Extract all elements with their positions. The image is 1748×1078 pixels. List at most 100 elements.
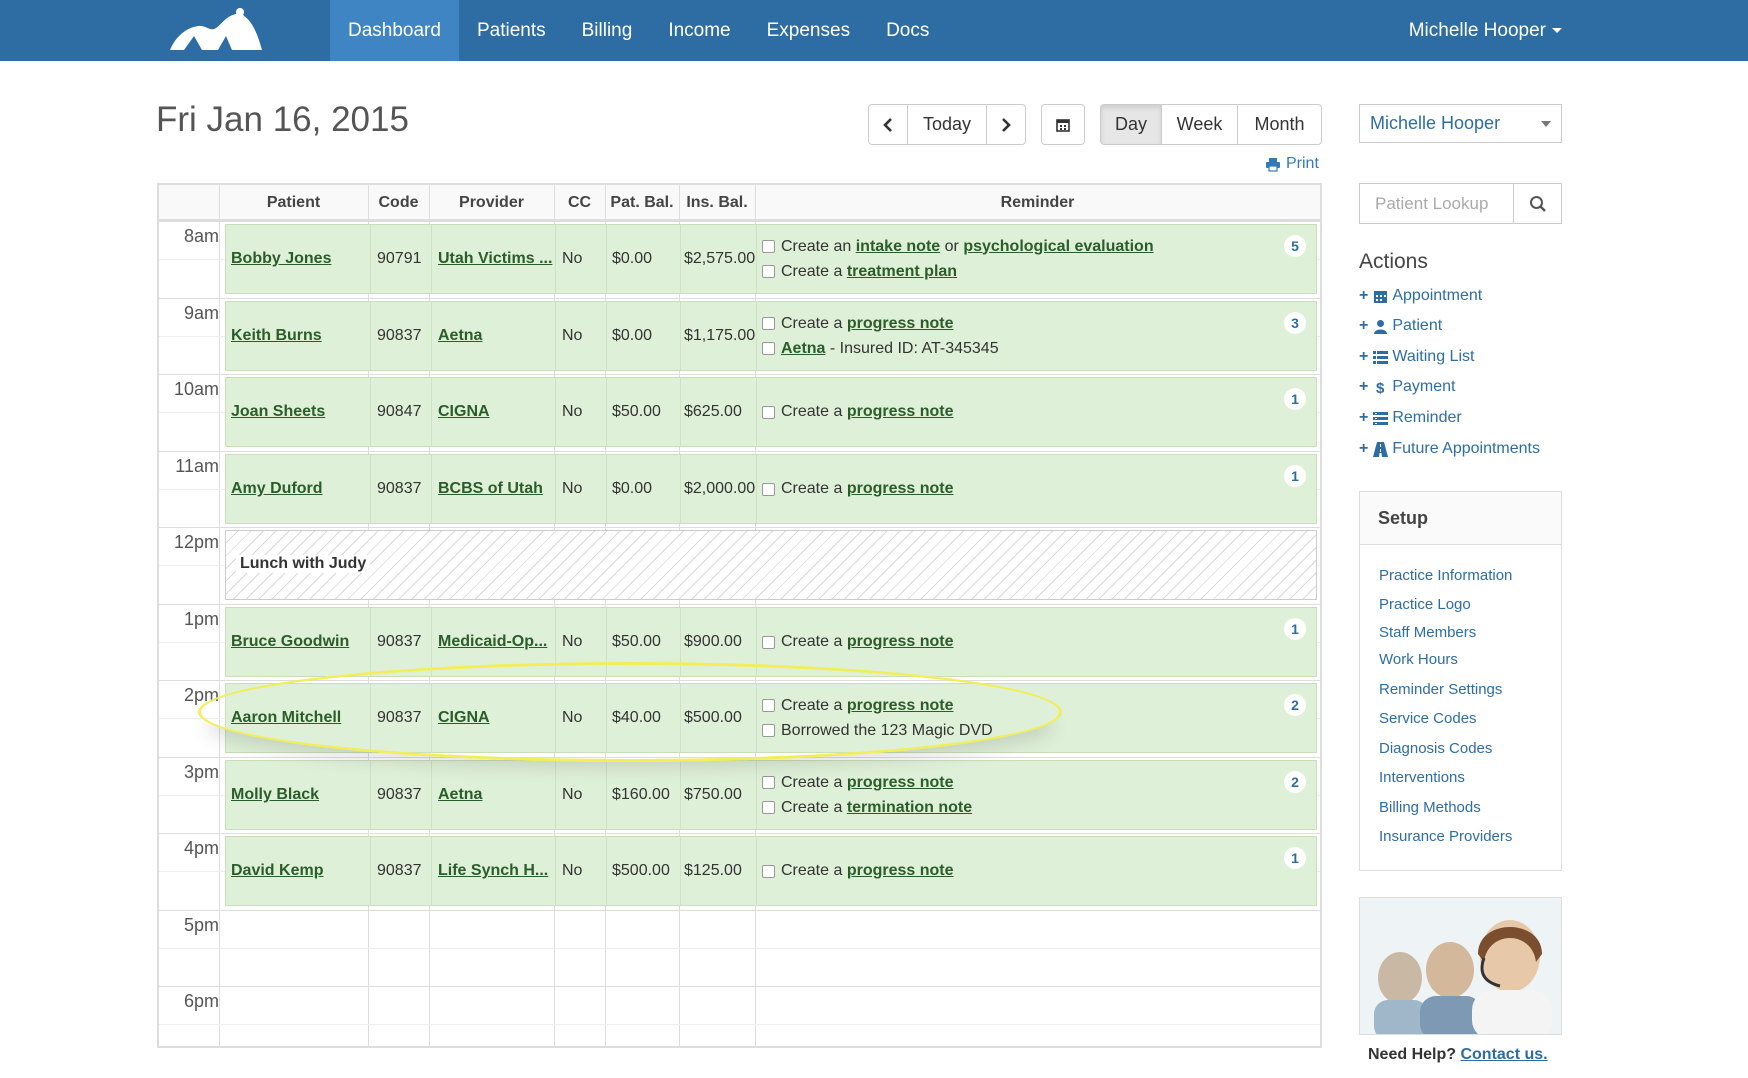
nav-dashboard[interactable]: Dashboard <box>330 0 459 61</box>
setup-link[interactable]: Work Hours <box>1379 651 1458 668</box>
appointment-patient-link[interactable]: Aaron Mitchell <box>231 709 341 727</box>
reminder-link[interactable]: treatment plan <box>847 263 957 281</box>
appointment-code: 90837 <box>377 480 422 497</box>
action-reminder[interactable]: + Reminder <box>1359 409 1462 427</box>
nav-billing[interactable]: Billing <box>564 0 651 61</box>
today-button[interactable]: Today <box>907 104 987 145</box>
appointment-provider-link[interactable]: CIGNA <box>438 709 490 727</box>
appointment-row[interactable]: Joan Sheets 90847 CIGNA No $50.00 $625.00 Crea… <box>225 377 1317 447</box>
action-appointment[interactable]: + Appointment <box>1359 287 1482 305</box>
action-patient[interactable]: + Patient <box>1359 317 1442 335</box>
appointment-provider-link[interactable]: CIGNA <box>438 403 490 421</box>
appointment-row[interactable]: David Kemp 90837 Life Synch H... No $500.00 $… <box>225 836 1317 906</box>
user-menu[interactable]: Michelle Hooper <box>1409 0 1562 61</box>
nav-docs[interactable]: Docs <box>868 0 947 61</box>
reminder-link[interactable]: progress note <box>847 315 954 333</box>
reminder-link[interactable]: progress note <box>847 862 954 880</box>
hour-divider <box>159 680 1320 681</box>
reminder-link[interactable]: progress note <box>847 697 954 715</box>
reminder-checkbox[interactable] <box>762 801 775 814</box>
reminder-checkbox[interactable] <box>762 240 775 253</box>
reminder-checkbox[interactable] <box>762 265 775 278</box>
reminder-checkbox[interactable] <box>762 724 775 737</box>
nav-income[interactable]: Income <box>650 0 748 61</box>
provider-select[interactable]: Michelle Hooper <box>1359 104 1562 143</box>
reminder-link[interactable]: Aetna <box>781 340 825 358</box>
reminder-checkbox[interactable] <box>762 482 775 496</box>
action-payment[interactable]: + $ Payment <box>1359 378 1455 396</box>
prev-day-button[interactable] <box>868 104 908 145</box>
next-day-button[interactable] <box>986 104 1026 145</box>
reminder-link[interactable]: termination note <box>847 799 972 817</box>
appointment-provider-link[interactable]: BCBS of Utah <box>438 480 543 498</box>
cell-divider <box>370 608 371 676</box>
print-link[interactable]: Print <box>1265 155 1319 173</box>
chevron-right-icon <box>1002 117 1011 132</box>
appointment-row[interactable]: Bobby Jones 90791 Utah Victims ... No $0.00 $… <box>225 224 1317 294</box>
setup-link[interactable]: Staff Members <box>1379 624 1476 641</box>
setup-link[interactable]: Interventions <box>1379 769 1465 786</box>
action-waiting-list[interactable]: + Waiting List <box>1359 348 1474 366</box>
setup-link[interactable]: Practice Logo <box>1379 596 1471 613</box>
appointment-patient-link[interactable]: Molly Black <box>231 786 319 804</box>
caret-down-icon <box>1541 121 1551 127</box>
reminder-checkbox[interactable] <box>762 342 775 355</box>
nav-expenses[interactable]: Expenses <box>749 0 868 61</box>
reminder-checkbox[interactable] <box>762 699 775 712</box>
reminder-link[interactable]: progress note <box>847 480 954 498</box>
appointment-patient-link[interactable]: Amy Duford <box>231 480 323 498</box>
appointment-patient-link[interactable]: David Kemp <box>231 862 323 880</box>
action-future-appointments[interactable]: + Future Appointments <box>1359 440 1540 458</box>
appointment-patient-link[interactable]: Bobby Jones <box>231 250 331 268</box>
reminder-checkbox[interactable] <box>762 317 775 330</box>
setup-link[interactable]: Service Codes <box>1379 710 1477 727</box>
reminder-text: Create an <box>781 237 856 255</box>
reminder-link[interactable]: progress note <box>847 403 954 421</box>
appointment-row[interactable]: Amy Duford 90837 BCBS of Utah No $0.00 $2,000… <box>225 454 1317 524</box>
appointment-provider-link[interactable]: Aetna <box>438 327 482 345</box>
week-view-button[interactable]: Week <box>1161 104 1238 145</box>
appointment-row[interactable]: Aaron Mitchell 90837 CIGNA No $40.00 $500.00 C… <box>225 683 1317 753</box>
appointment-patient-link[interactable]: Bruce Goodwin <box>231 633 349 651</box>
reminder-link[interactable]: progress note <box>847 774 954 792</box>
nav-patients[interactable]: Patients <box>459 0 564 61</box>
month-view-button[interactable]: Month <box>1237 104 1322 145</box>
reminder-checkbox[interactable] <box>762 405 775 419</box>
setup-link[interactable]: Reminder Settings <box>1379 681 1502 698</box>
appointment-provider-cell: Life Synch H... <box>438 837 553 905</box>
appointment-provider-link[interactable]: Medicaid-Op... <box>438 633 547 651</box>
reminder-link[interactable]: intake note <box>856 238 940 256</box>
reminder-link[interactable]: progress note <box>847 633 954 651</box>
appointment-row[interactable]: Molly Black 90837 Aetna No $160.00 $750.00 Cre… <box>225 760 1317 830</box>
cell-divider <box>431 302 432 370</box>
appointment-insurance-balance: $2,575.00 <box>684 225 762 293</box>
setup-link[interactable]: Billing Methods <box>1379 799 1481 816</box>
appointment-patient-balance: $0.00 <box>612 302 682 370</box>
reminder-checkbox[interactable] <box>762 864 775 878</box>
appointment-row[interactable]: Bruce Goodwin 90837 Medicaid-Op... No $50.00… <box>225 607 1317 677</box>
appointment-patient-link[interactable]: Joan Sheets <box>231 403 325 421</box>
day-view-button[interactable]: Day <box>1100 104 1162 145</box>
calendar-picker-button[interactable] <box>1041 104 1085 145</box>
appointment-provider-link[interactable]: Utah Victims ... <box>438 250 552 268</box>
reminder-checkbox[interactable] <box>762 776 775 789</box>
logo-icon[interactable] <box>166 6 266 54</box>
patient-lookup-button[interactable] <box>1513 183 1562 224</box>
reminder-checkbox[interactable] <box>762 635 775 649</box>
setup-link[interactable]: Practice Information <box>1379 567 1512 584</box>
reminder-link[interactable]: psychological evaluation <box>963 238 1153 256</box>
plus-icon: + <box>1359 378 1369 395</box>
appointment-code: 90837 <box>377 786 422 803</box>
appointment-row[interactable]: Keith Burns 90837 Aetna No $0.00 $1,175.00 Cre… <box>225 301 1317 371</box>
appointment-patient-link[interactable]: Keith Burns <box>231 327 322 345</box>
reminder-count-badge: 5 <box>1284 235 1306 257</box>
appointment-insurance-balance: $625.00 <box>684 378 762 446</box>
patient-lookup-input[interactable]: Patient Lookup <box>1359 183 1514 224</box>
contact-us-link[interactable]: Contact us. <box>1460 1046 1547 1063</box>
appointment-provider-link[interactable]: Aetna <box>438 786 482 804</box>
cell-divider <box>555 302 556 370</box>
blocked-time-slot[interactable]: Lunch with Judy <box>225 530 1317 600</box>
appointment-provider-link[interactable]: Life Synch H... <box>438 862 548 880</box>
setup-link[interactable]: Insurance Providers <box>1379 828 1512 845</box>
setup-link[interactable]: Diagnosis Codes <box>1379 740 1492 757</box>
